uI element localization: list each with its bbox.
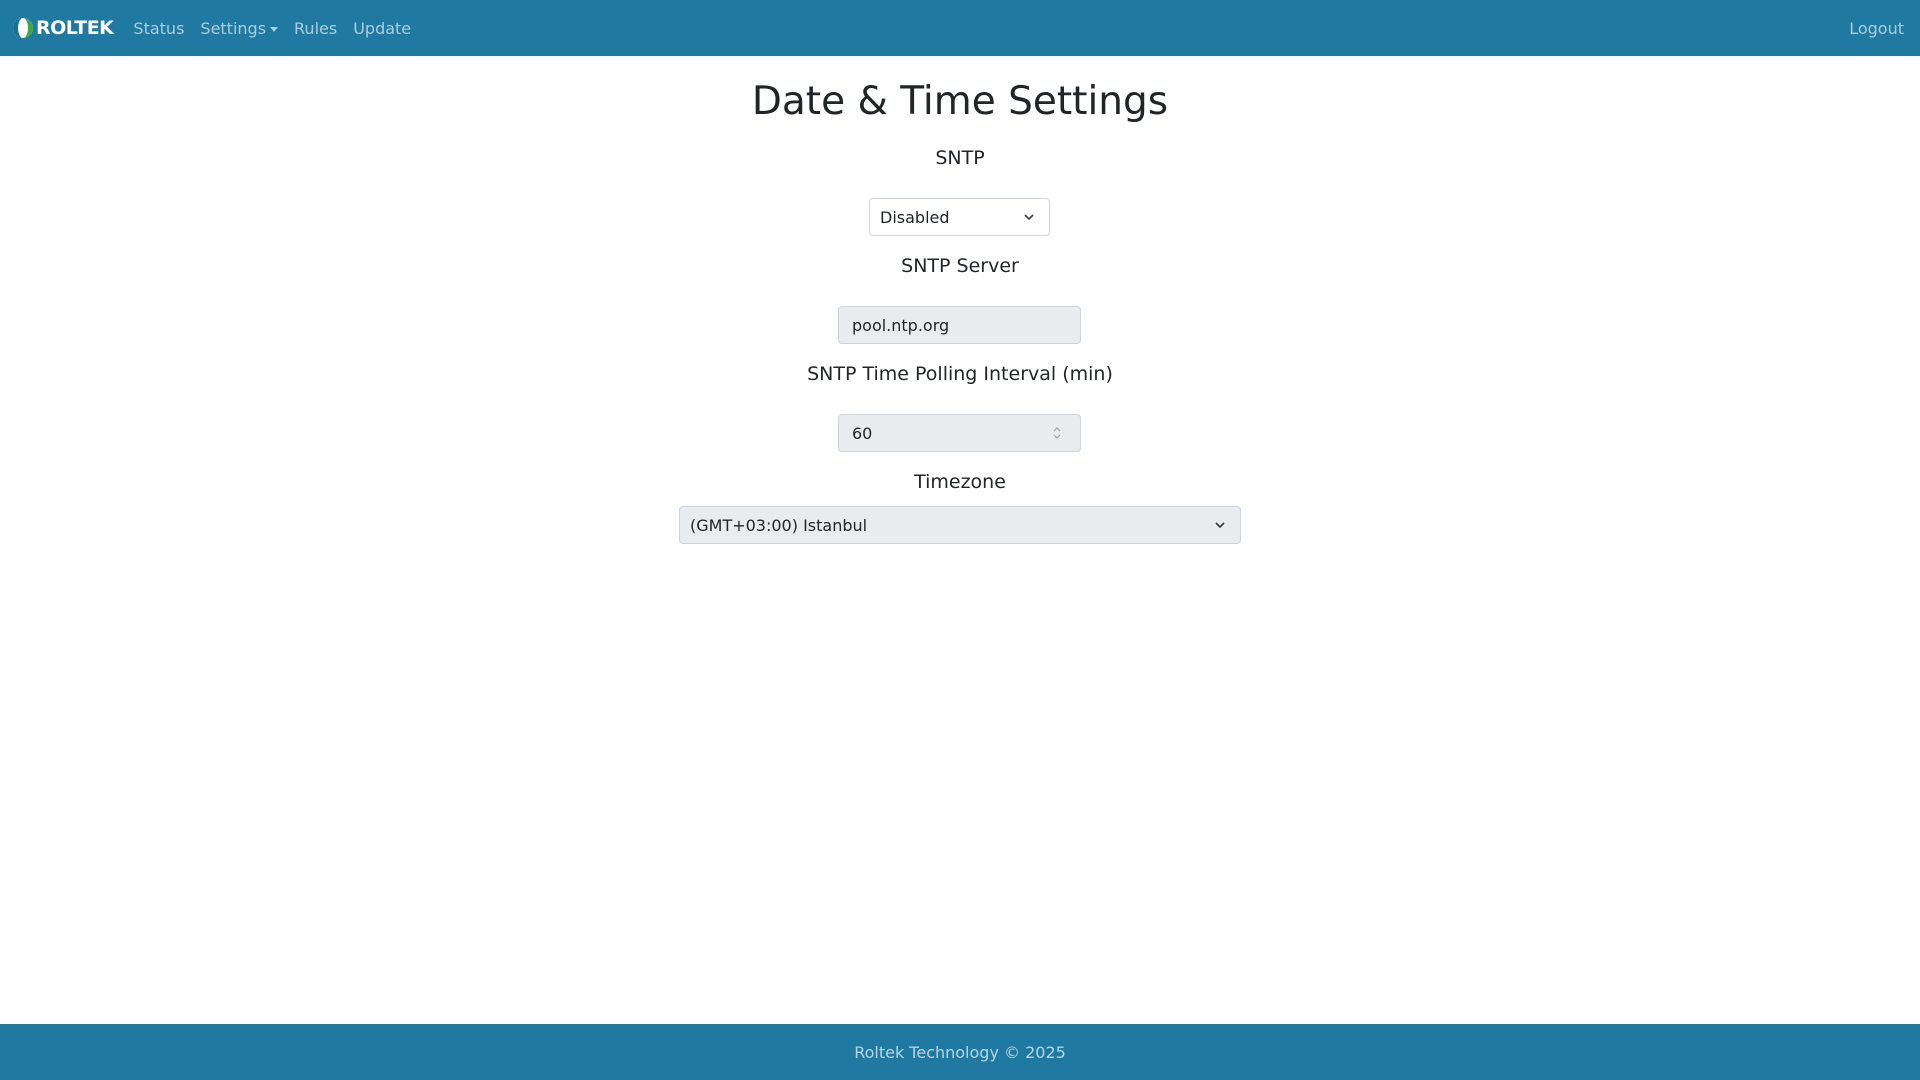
brand-name: ROLTEK [36, 17, 114, 39]
timezone-select[interactable]: (GMT+03:00) Istanbul [679, 506, 1241, 544]
footer-text: Roltek Technology © 2025 [854, 1042, 1066, 1062]
nav-settings-dropdown[interactable]: Settings [192, 19, 286, 38]
nav-settings-label: Settings [200, 18, 267, 38]
polling-interval-label: SNTP Time Polling Interval (min) [807, 363, 1113, 385]
chevron-down-icon [1024, 214, 1034, 221]
top-navbar: ROLTEK Status Settings Rules Update Logo… [0, 0, 1920, 56]
nav-update[interactable]: Update [345, 19, 419, 38]
roltek-logo-icon [13, 18, 33, 38]
polling-interval-value: 60 [852, 423, 873, 443]
nav-rules[interactable]: Rules [286, 19, 345, 38]
page-title: Date & Time Settings [751, 79, 1169, 124]
brand-link[interactable]: ROLTEK [12, 17, 114, 39]
chevron-down-icon [1215, 522, 1225, 529]
sntp-label: SNTP [935, 147, 985, 169]
spinner-arrows-icon[interactable] [1052, 425, 1062, 441]
nav-status[interactable]: Status [125, 19, 192, 38]
logout-link[interactable]: Logout [1841, 19, 1912, 38]
sntp-select[interactable]: Disabled [869, 198, 1050, 236]
main-content: Date & Time Settings SNTP Disabled SNTP … [0, 56, 1920, 1024]
timezone-select-value: (GMT+03:00) Istanbul [690, 515, 868, 535]
timezone-label: Timezone [914, 471, 1006, 493]
sntp-server-input[interactable]: pool.ntp.org [838, 306, 1081, 344]
sntp-server-value: pool.ntp.org [852, 315, 950, 335]
nav-links: Status Settings Rules Update [125, 19, 419, 38]
nav-right: Logout [1841, 19, 1912, 38]
sntp-server-label: SNTP Server [901, 255, 1019, 277]
footer: Roltek Technology © 2025 [0, 1024, 1920, 1080]
polling-interval-input[interactable]: 60 [838, 414, 1081, 452]
caret-down-icon [270, 26, 279, 32]
sntp-select-value: Disabled [880, 207, 950, 227]
